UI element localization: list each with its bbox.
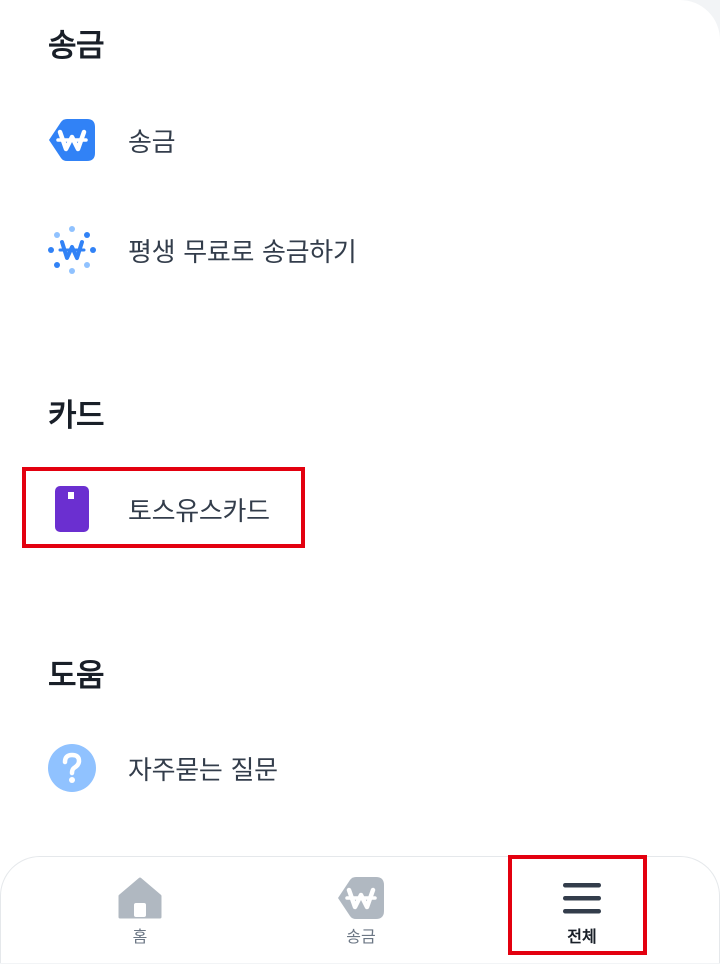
- won-badge-icon: [336, 875, 386, 921]
- section-title-card: 카드: [48, 398, 105, 434]
- menu-item-label: 송금: [128, 127, 176, 158]
- menu-icon: [557, 875, 607, 921]
- menu-item-label: 자주묻는 질문: [128, 755, 278, 786]
- nav-home[interactable]: 홈: [60, 857, 220, 964]
- nav-transfer[interactable]: 송금: [281, 857, 441, 964]
- nav-label: 전체: [567, 927, 597, 946]
- section-title-help: 도움: [48, 658, 105, 694]
- purple-card-icon: [44, 481, 100, 537]
- home-icon: [115, 875, 165, 921]
- nav-label: 홈: [132, 927, 148, 946]
- menu-item-label: 평생 무료로 송금하기: [128, 237, 357, 268]
- won-badge-icon: [44, 112, 100, 168]
- menu-item-label: 토스유스카드: [128, 496, 270, 527]
- menu-item-free-transfer[interactable]: 평생 무료로 송금하기: [40, 210, 640, 290]
- menu-item-youth-card[interactable]: 토스유스카드: [40, 469, 640, 549]
- bottom-nav: 홈 송금 전체: [0, 856, 720, 963]
- menu-item-faq[interactable]: 자주묻는 질문: [40, 728, 640, 808]
- won-sparkle-icon: [44, 222, 100, 278]
- section-title-transfer: 송금: [48, 28, 105, 64]
- question-icon: [44, 740, 100, 796]
- nav-all[interactable]: 전체: [502, 857, 662, 964]
- all-menu-panel: 송금 송금 평생 무료로 송금하기 카드 토스유스카드 도움 자주묻는 질문: [0, 0, 720, 963]
- nav-label: 송금: [346, 927, 376, 946]
- menu-item-transfer[interactable]: 송금: [40, 100, 640, 180]
